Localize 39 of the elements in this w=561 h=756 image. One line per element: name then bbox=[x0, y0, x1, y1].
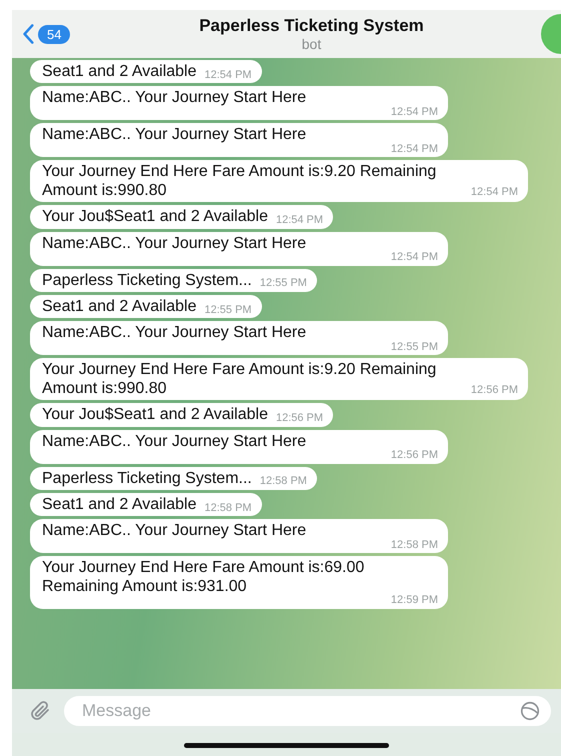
message-text: Your Journey End Here Fare Amount is:9.20 Remaining Amount is:990.80 bbox=[42, 361, 438, 398]
message-time: 12:55 PM bbox=[260, 277, 307, 290]
message-text: Seat1 and 2 Available bbox=[42, 63, 196, 82]
message-time: 12:54 PM bbox=[470, 186, 518, 198]
chat-title: Paperless Ticketing System bbox=[199, 16, 424, 36]
message-time: 12:58 PM bbox=[204, 502, 252, 514]
message-text: Name:ABC.. Your Journey Start Here bbox=[42, 432, 308, 452]
paperclip-icon[interactable] bbox=[28, 699, 52, 723]
message-text: Seat1 and 2 Available bbox=[42, 298, 196, 316]
unread-count-badge: 54 bbox=[38, 24, 70, 44]
message-time: 12:54 PM bbox=[390, 106, 438, 118]
message-text: Name:ABC.. Your Journey Start Here bbox=[42, 89, 308, 108]
message-time: 12:54 PM bbox=[204, 68, 252, 82]
message-time: 12:54 PM bbox=[390, 142, 438, 156]
message-time: 12:55 PM bbox=[204, 304, 252, 316]
message-text: Your Jou$Seat1 and 2 Available bbox=[42, 208, 268, 227]
message-time: 12:54 PM bbox=[390, 251, 438, 264]
message-time: 12:54 PM bbox=[276, 214, 324, 227]
message-text: Name:ABC.. Your Journey Start Here bbox=[42, 126, 308, 145]
message-time: 12:58 PM bbox=[390, 538, 438, 552]
message-text: Your Journey End Here Fare Amount is:69.00 Remaining Amount is:931.00 bbox=[42, 559, 366, 596]
message-text: Seat1 and 2 Available bbox=[42, 496, 196, 514]
message-time: 12:58 PM bbox=[260, 475, 307, 488]
message-text: Name:ABC.. Your Journey Start Here bbox=[42, 324, 308, 343]
message-text: Paperless Ticketing System... bbox=[42, 272, 252, 290]
message-input-field[interactable]: Message bbox=[64, 696, 551, 726]
message-time: 12:56 PM bbox=[390, 449, 438, 462]
message-text: Your Jou$Seat1 and 2 Available bbox=[42, 406, 268, 425]
message-time: 12:56 PM bbox=[470, 384, 518, 396]
back-button[interactable]: 54 bbox=[12, 23, 142, 45]
message-time: 12:59 PM bbox=[390, 594, 438, 607]
message-text: Name:ABC.. Your Journey Start Here bbox=[42, 522, 308, 541]
message-text: Your Journey End Here Fare Amount is:9.20 Remaining Amount is:990.80 bbox=[42, 163, 438, 200]
message-text: Name:ABC.. Your Journey Start Here bbox=[42, 234, 308, 254]
sticker-icon[interactable] bbox=[519, 700, 541, 722]
message-time: 12:56 PM bbox=[276, 412, 324, 425]
message-text: Paperless Ticketing System... bbox=[42, 470, 252, 488]
chat-subtitle: bot bbox=[302, 36, 322, 52]
message-time: 12:55 PM bbox=[390, 340, 438, 354]
